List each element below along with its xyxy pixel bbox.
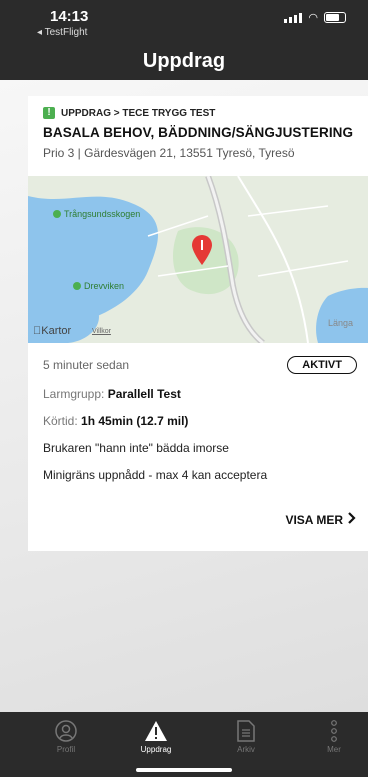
archive-icon bbox=[216, 720, 276, 742]
alert-icon bbox=[126, 720, 186, 742]
assignment-address: Prio 3 | Gärdesvägen 21, 13551 Tyresö, T… bbox=[43, 146, 295, 160]
more-icon bbox=[304, 720, 364, 742]
map-view[interactable]: Trångsundsskogen Drevviken Länga Kartor… bbox=[28, 176, 368, 343]
assignment-heading: BASALA BEHOV, BÄDDNING/SÄNGJUSTERING bbox=[43, 125, 354, 140]
top-bar: 14:13 ◂ TestFlight ◠ Uppdrag bbox=[0, 0, 368, 80]
show-more-button[interactable]: VISA MER bbox=[285, 512, 356, 527]
map-terms-link[interactable]: Villkor bbox=[92, 328, 111, 335]
chevron-right-icon bbox=[348, 512, 356, 527]
battery-icon bbox=[324, 12, 346, 23]
map-label-drevviken: Drevviken bbox=[73, 281, 124, 291]
status-time: 14:13 bbox=[50, 8, 89, 25]
status-icons: ◠ bbox=[284, 11, 346, 24]
wifi-icon: ◠ bbox=[308, 12, 318, 24]
tab-mer[interactable]: Mer bbox=[304, 720, 364, 754]
location-pin-icon[interactable] bbox=[190, 234, 214, 266]
larmgrupp-row: Larmgrupp: Parallell Test bbox=[43, 387, 181, 401]
map-label-place: Länga bbox=[328, 318, 354, 328]
note-line-1: Brukaren "hann inte" bädda imorse bbox=[43, 441, 229, 455]
profile-icon bbox=[36, 720, 96, 742]
tab-arkiv[interactable]: Arkiv bbox=[216, 720, 276, 754]
category-label: UPPDRAG > TECE TRYGG TEST bbox=[61, 107, 216, 119]
status-badge: AKTIVT bbox=[287, 356, 357, 374]
map-attribution: Kartor bbox=[33, 325, 71, 337]
back-to-testflight[interactable]: ◂ TestFlight bbox=[37, 27, 87, 38]
tab-uppdrag[interactable]: Uppdrag bbox=[126, 720, 186, 754]
map-label-trangsund: Trångsundsskogen bbox=[53, 209, 140, 219]
tab-profil[interactable]: Profil bbox=[36, 720, 96, 754]
assignment-card[interactable]: ! UPPDRAG > TECE TRYGG TEST BASALA BEHOV… bbox=[28, 96, 368, 551]
home-indicator[interactable] bbox=[136, 768, 232, 772]
signal-icon bbox=[284, 12, 303, 23]
note-line-2: Minigräns uppnådd - max 4 kan acceptera bbox=[43, 468, 268, 482]
kortid-row: Körtid: 1h 45min (12.7 mil) bbox=[43, 414, 189, 428]
time-ago: 5 minuter sedan bbox=[43, 358, 130, 372]
alert-badge-icon: ! bbox=[43, 107, 55, 119]
category-row: ! UPPDRAG > TECE TRYGG TEST bbox=[43, 107, 354, 119]
page-title: Uppdrag bbox=[142, 50, 226, 72]
